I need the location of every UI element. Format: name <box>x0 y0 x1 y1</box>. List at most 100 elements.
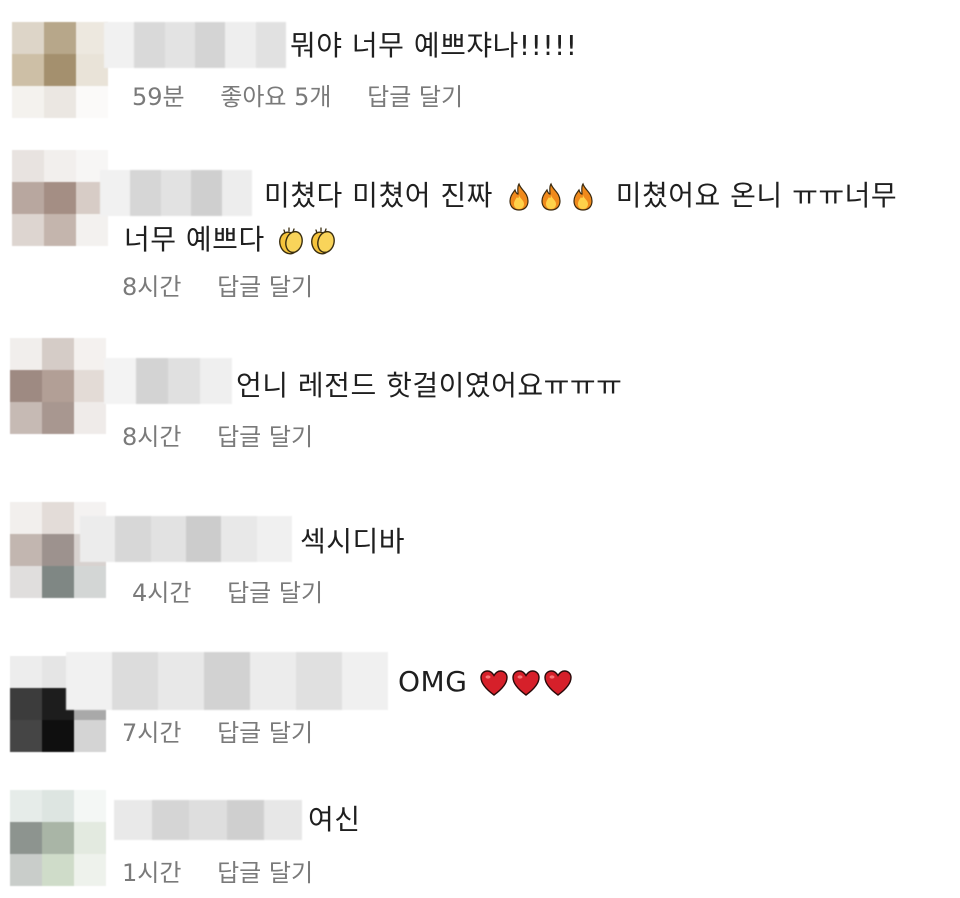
username-mosaic-cell <box>100 170 131 216</box>
username-mosaic-cell <box>296 652 342 710</box>
avatar-mosaic-cell <box>44 150 76 182</box>
avatar-mosaic-cell <box>74 720 106 752</box>
username-mosaic-cell <box>134 22 165 68</box>
username-mosaic-cell <box>342 652 388 710</box>
avatar-mosaic-cell <box>10 656 42 688</box>
username-mosaic-cell <box>185 516 222 562</box>
avatar-mosaic-cell <box>10 822 42 854</box>
comment-time: 8시간 <box>122 273 182 301</box>
reply-button[interactable]: 답글 달기 <box>217 273 313 301</box>
username-blurred[interactable] <box>100 170 253 216</box>
username-mosaic-cell <box>194 22 226 68</box>
username-mosaic-cell <box>256 516 292 562</box>
comment-time: 59분 <box>132 83 185 111</box>
username-mosaic-cell <box>255 22 286 68</box>
avatar-mosaic-cell <box>12 22 44 54</box>
comment-text-part: 미쳤다 미쳤어 진짜 <box>264 179 493 212</box>
avatar-mosaic-cell <box>12 86 44 118</box>
username-mosaic-cell <box>164 22 195 68</box>
username-mosaic-cell <box>112 652 158 710</box>
avatar-mosaic-cell <box>12 54 44 86</box>
comment-meta: 1시간 답글 달기 <box>122 858 341 888</box>
username-mosaic-cell <box>225 22 256 68</box>
avatar-mosaic-cell <box>10 370 42 402</box>
reply-button[interactable]: 답글 달기 <box>227 579 323 607</box>
username-blurred[interactable] <box>104 22 286 68</box>
username-mosaic-cell <box>114 800 152 840</box>
fire-icon <box>541 182 561 211</box>
avatar-mosaic-cell <box>42 822 74 854</box>
avatar-mosaic-cell <box>42 338 74 370</box>
username-mosaic-cell <box>200 358 232 404</box>
avatar-mosaic-cell <box>42 566 74 598</box>
username-mosaic-cell <box>151 800 190 840</box>
comment-text: 언니 레전드 핫걸이였어요ㅠㅠㅠ <box>236 369 623 402</box>
avatar-mosaic-cell <box>10 790 42 822</box>
avatar[interactable] <box>10 338 106 434</box>
avatar-mosaic-cell <box>44 22 76 54</box>
avatar-mosaic-cell <box>42 502 74 534</box>
username-mosaic-cell <box>250 652 296 710</box>
avatar-mosaic-cell <box>12 182 44 214</box>
comment-time: 4시간 <box>132 579 192 607</box>
fire-emoji-group <box>502 179 598 212</box>
avatar-mosaic-cell <box>74 790 106 822</box>
clap-icon <box>311 227 336 255</box>
username-mosaic-cell <box>221 170 253 216</box>
avatar-mosaic-cell <box>44 86 76 118</box>
avatar-mosaic-cell <box>44 214 76 246</box>
username-blurred[interactable] <box>66 652 388 710</box>
username-blurred[interactable] <box>80 516 292 562</box>
clap-icon <box>279 227 304 255</box>
comment-meta: 8시간 답글 달기 <box>122 272 341 302</box>
heart-icon <box>544 670 572 696</box>
username-mosaic-cell <box>136 358 168 404</box>
username-mosaic-cell <box>150 516 186 562</box>
avatar-mosaic-cell <box>76 214 108 246</box>
avatar[interactable] <box>12 22 108 118</box>
reply-button[interactable]: 답글 달기 <box>217 859 313 887</box>
username-mosaic-cell <box>221 516 257 562</box>
comment-time: 7시간 <box>122 719 182 747</box>
comment-text: 미쳤다 미쳤어 진짜 미쳤어요 온니 ㅠㅠ너무 <box>264 176 897 216</box>
username-blurred[interactable] <box>114 800 302 840</box>
clap-emoji-group <box>274 223 338 256</box>
reply-button[interactable]: 답글 달기 <box>217 719 313 747</box>
username-mosaic-cell <box>80 516 116 562</box>
avatar-mosaic-cell <box>10 720 42 752</box>
username-mosaic-cell <box>189 800 227 840</box>
avatar-mosaic-cell <box>42 402 74 434</box>
avatar-mosaic-cell <box>74 566 106 598</box>
username-mosaic-cell <box>104 22 135 68</box>
avatar-mosaic-cell <box>44 54 76 86</box>
likes-count[interactable]: 좋아요 5개 <box>220 83 331 111</box>
username-mosaic-cell <box>130 170 161 216</box>
avatar-mosaic-cell <box>74 402 106 434</box>
avatar-mosaic-cell <box>42 534 74 566</box>
username-mosaic-cell <box>66 652 112 710</box>
avatar-mosaic-cell <box>74 822 106 854</box>
reply-button[interactable]: 답글 달기 <box>217 423 313 451</box>
avatar-mosaic-cell <box>10 402 42 434</box>
username-mosaic-cell <box>115 516 151 562</box>
reply-button[interactable]: 답글 달기 <box>367 83 463 111</box>
comment-text: 여신 <box>308 803 361 836</box>
avatar-mosaic-cell <box>74 854 106 886</box>
avatar[interactable] <box>12 150 108 246</box>
heart-icon <box>480 670 508 696</box>
comment-meta: 59분 좋아요 5개 답글 달기 <box>132 82 491 112</box>
username-mosaic-cell <box>191 170 222 216</box>
username-blurred[interactable] <box>104 358 232 404</box>
avatar-mosaic-cell <box>10 338 42 370</box>
comment-time: 1시간 <box>122 859 182 887</box>
comment-text-line2: 너무 예쁘다 <box>124 220 338 260</box>
comment-text-part: OMG <box>398 665 468 698</box>
avatar[interactable] <box>10 790 106 886</box>
avatar-mosaic-cell <box>42 370 74 402</box>
username-mosaic-cell <box>264 800 302 840</box>
username-mosaic-cell <box>104 358 136 404</box>
fire-icon <box>509 182 529 211</box>
comment-text-part: 너무 예쁘다 <box>124 223 265 256</box>
comment-time: 8시간 <box>122 423 182 451</box>
avatar-mosaic-cell <box>10 854 42 886</box>
